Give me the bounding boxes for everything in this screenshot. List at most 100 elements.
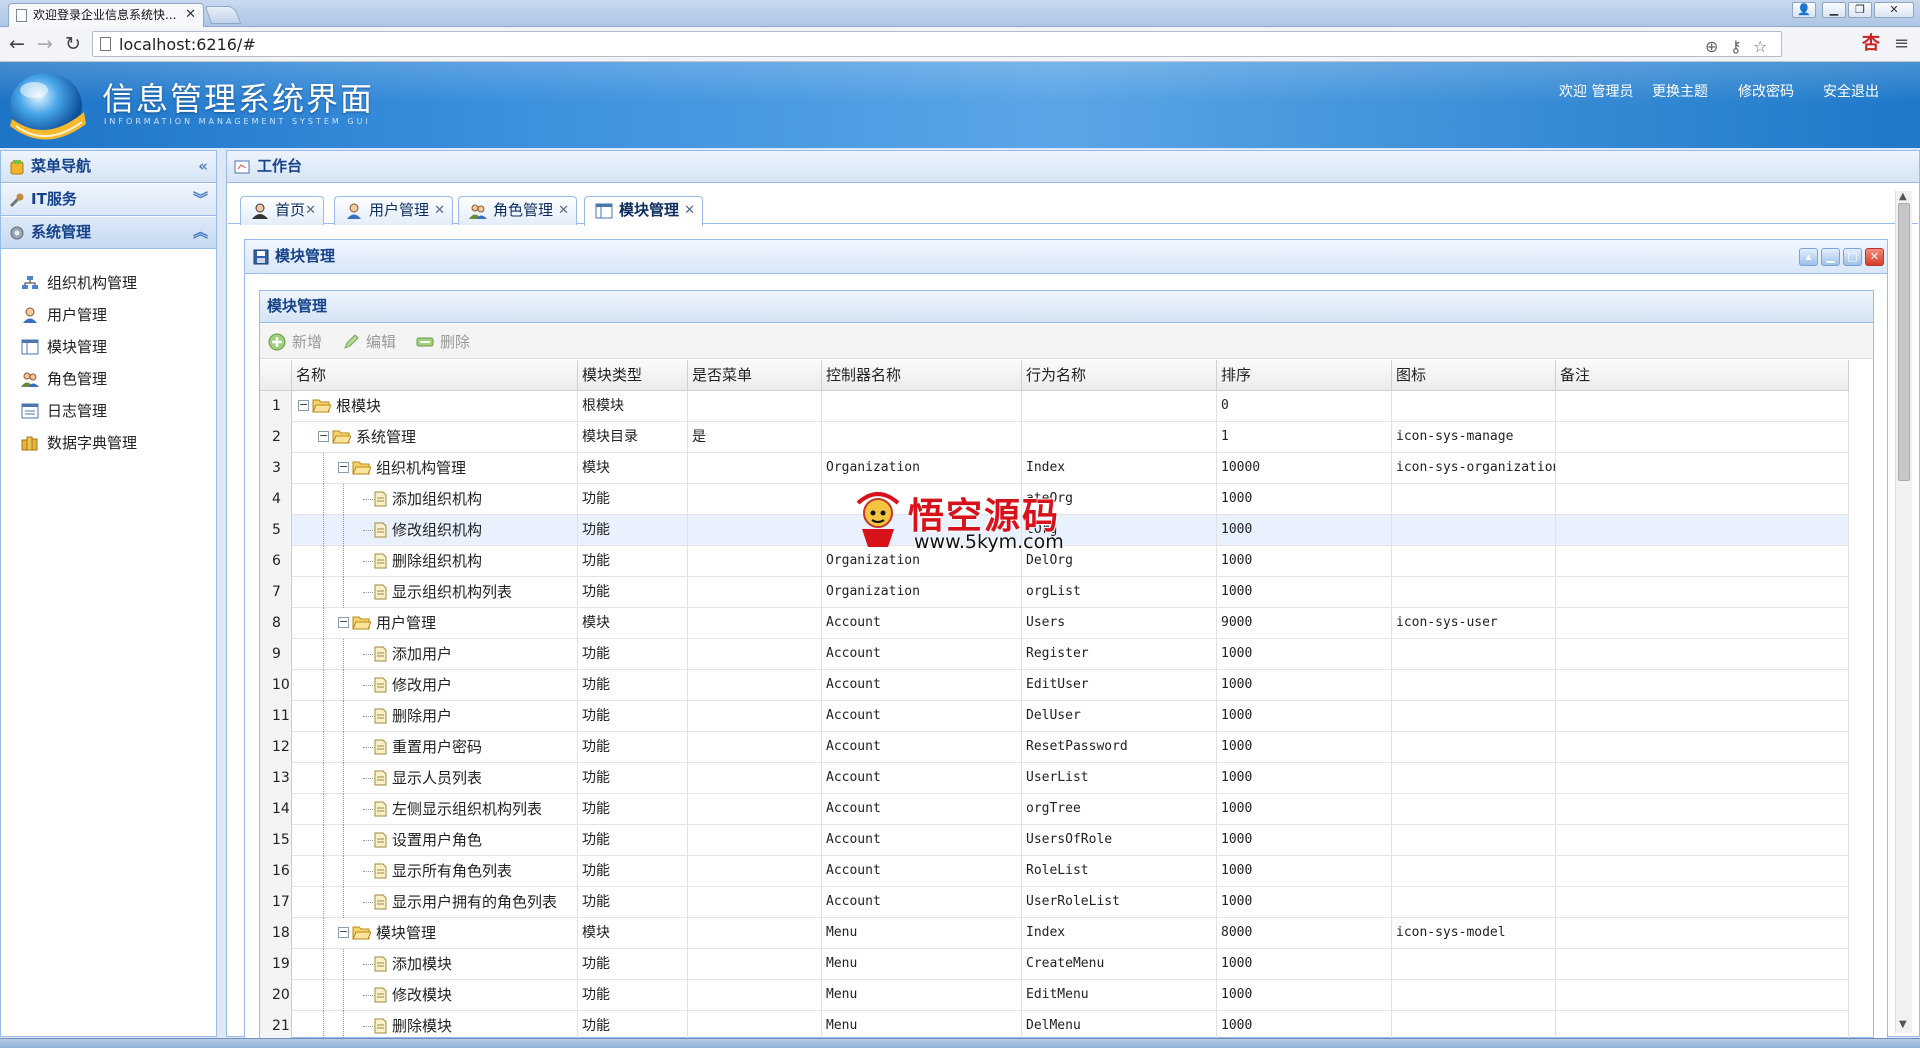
cell-type: 功能 <box>578 577 688 608</box>
welcome-user-link[interactable]: 欢迎 管理员 <box>1559 81 1633 101</box>
collapse-sidebar-icon[interactable]: « <box>198 151 208 182</box>
user-icon <box>23 307 37 323</box>
close-window-icon[interactable]: ✕ <box>1865 248 1884 266</box>
cell-sort: 1000 <box>1217 732 1392 763</box>
collapse-window-icon[interactable]: ▴ <box>1799 248 1818 266</box>
cell-sort: 10000 <box>1217 453 1392 484</box>
table-row[interactable]: 20 修改模块 功能 Menu EditMenu 1000 <box>260 980 1849 1011</box>
cell-type: 功能 <box>578 1011 688 1040</box>
tree-toggle-icon[interactable]: − <box>338 616 349 628</box>
expand-icon[interactable]: ︾ <box>193 184 208 215</box>
column-header[interactable]: 模块类型 <box>578 360 688 391</box>
zoom-icon[interactable]: ⊕ <box>1705 38 1718 56</box>
tree-node-label: 左侧显示组织机构列表 <box>392 800 543 818</box>
address-bar[interactable]: localhost:6216/# ⊕ ⚷ ☆ <box>92 31 1782 57</box>
new-tab-button[interactable] <box>204 6 242 24</box>
table-row[interactable]: 12 重置用户密码 功能 Account ResetPassword 1000 <box>260 732 1849 763</box>
table-row[interactable]: 13 显示人员列表 功能 Account UserList 1000 <box>260 763 1849 794</box>
tree-node-label: 根模块 <box>336 397 382 415</box>
forward-icon[interactable]: → <box>34 33 56 55</box>
add-button[interactable]: 新增 <box>268 332 322 352</box>
cell-note <box>1556 608 1849 639</box>
app-title: 信息管理系统界面 <box>102 80 375 118</box>
sidebar-item-logs[interactable]: 日志管理 <box>21 399 107 423</box>
edit-button[interactable]: 编辑 <box>342 332 396 352</box>
tab-users[interactable]: 用户管理 ✕ <box>334 196 453 225</box>
change-theme-link[interactable]: 更换主题 <box>1652 81 1708 101</box>
back-icon[interactable]: ← <box>6 33 28 55</box>
tree-toggle-icon[interactable]: − <box>318 430 329 442</box>
cell-icon <box>1392 949 1556 980</box>
tree-cell: 删除模块 <box>292 1011 578 1040</box>
table-row[interactable]: 19 添加模块 功能 Menu CreateMenu 1000 <box>260 949 1849 980</box>
cell-sort: 1000 <box>1217 546 1392 577</box>
table-row[interactable]: 16 显示所有角色列表 功能 Account RoleList 1000 <box>260 856 1849 887</box>
close-tab-icon[interactable]: ✕ <box>434 197 445 224</box>
scroll-down-icon[interactable]: ▼ <box>1899 1019 1907 1030</box>
key-icon[interactable]: ⚷ <box>1730 38 1742 56</box>
table-row[interactable]: 3 − 组织机构管理 模块 Organization Index 10000 icon-sys… <box>260 453 1849 484</box>
tab-home[interactable]: 首页 ✕ <box>240 196 324 225</box>
minimize-icon[interactable]: ▁ <box>1822 2 1846 18</box>
sidebar-item-organization[interactable]: 组织机构管理 <box>21 271 137 295</box>
table-row[interactable]: 18 − 模块管理 模块 Menu Index 8000 icon-sys-model <box>260 918 1849 949</box>
table-row[interactable]: 7 显示组织机构列表 功能 Organization orgList 1000 <box>260 577 1849 608</box>
table-row[interactable]: 8 − 用户管理 模块 Account Users 9000 icon-sys-user <box>260 608 1849 639</box>
close-tab-icon[interactable]: ✕ <box>185 4 196 26</box>
close-tab-icon[interactable]: ✕ <box>305 197 316 224</box>
table-row[interactable]: 10 修改用户 功能 Account EditUser 1000 <box>260 670 1849 701</box>
delete-button[interactable]: 删除 <box>416 332 470 352</box>
column-header[interactable]: 控制器名称 <box>822 360 1022 391</box>
column-header[interactable]: 名称 <box>292 360 578 391</box>
sidebar-item-roles[interactable]: 角色管理 <box>21 367 107 391</box>
user-profile-icon[interactable]: 👤 <box>1792 2 1816 18</box>
star-icon[interactable]: ☆ <box>1753 38 1767 56</box>
table-row[interactable]: 9 添加用户 功能 Account Register 1000 <box>260 639 1849 670</box>
browser-tab[interactable]: 欢迎登录企业信息系统快... ✕ <box>8 3 204 27</box>
cell-controller: Account <box>822 670 1022 701</box>
row-number: 11 <box>260 701 292 732</box>
sidebar-item-modules[interactable]: 模块管理 <box>21 335 107 359</box>
minimize-window-icon[interactable]: ▁ <box>1821 248 1840 266</box>
vertical-scrollbar[interactable]: ▲ ▼ <box>1895 191 1912 1033</box>
table-row[interactable]: 1− 根模块 根模块 0 <box>260 391 1849 422</box>
sidebar-group-system-management[interactable]: 系统管理 ︽ <box>1 217 216 249</box>
scroll-thumb[interactable] <box>1898 203 1910 481</box>
tab-modules[interactable]: 模块管理 ✕ <box>584 196 703 226</box>
column-header[interactable]: 是否菜单 <box>688 360 822 391</box>
tree-toggle-icon[interactable]: − <box>338 461 349 473</box>
change-password-link[interactable]: 修改密码 <box>1738 81 1794 101</box>
close-window-icon[interactable]: ✕ <box>1874 2 1914 18</box>
reload-icon[interactable]: ↻ <box>62 33 84 55</box>
wrench-icon <box>9 193 24 208</box>
table-row[interactable]: 15 设置用户角色 功能 Account UsersOfRole 1000 <box>260 825 1849 856</box>
sidebar-item-users[interactable]: 用户管理 <box>21 303 107 327</box>
table-row[interactable]: 11 删除用户 功能 Account DelUser 1000 <box>260 701 1849 732</box>
collapse-icon[interactable]: ︽ <box>193 217 208 248</box>
tab-roles[interactable]: 角色管理 ✕ <box>458 196 577 225</box>
cell-type: 功能 <box>578 980 688 1011</box>
table-row[interactable]: 2 − 系统管理 模块目录是 1 icon-sys-manage <box>260 422 1849 453</box>
logout-link[interactable]: 安全退出 <box>1823 81 1879 101</box>
maximize-window-icon[interactable]: □ <box>1843 248 1862 266</box>
restore-icon[interactable]: ❐ <box>1848 2 1872 18</box>
tree-toggle-icon[interactable]: − <box>338 926 349 938</box>
table-row[interactable]: 14 左侧显示组织机构列表 功能 Account orgTree 1000 <box>260 794 1849 825</box>
sidebar-group-it-service[interactable]: IT服务 ︾ <box>1 184 216 216</box>
cell-sort: 1000 <box>1217 639 1392 670</box>
close-tab-icon[interactable]: ✕ <box>558 197 569 224</box>
table-row[interactable]: 17 显示用户拥有的角色列表 功能 Account UserRoleList 1000 <box>260 887 1849 918</box>
menu-icon[interactable]: ≡ <box>1894 34 1909 54</box>
table-row[interactable]: 21 删除模块 功能 Menu DelMenu 1000 <box>260 1011 1849 1040</box>
cell-note <box>1556 918 1849 949</box>
tree-cell: 设置用户角色 <box>292 825 578 856</box>
tree-toggle-icon[interactable]: − <box>298 399 309 411</box>
column-header[interactable]: 行为名称 <box>1022 360 1217 391</box>
scroll-up-icon[interactable]: ▲ <box>1899 191 1907 202</box>
column-header[interactable]: 备注 <box>1556 360 1849 391</box>
column-header[interactable]: 图标 <box>1392 360 1556 391</box>
close-tab-icon[interactable]: ✕ <box>684 197 695 224</box>
column-header[interactable]: 排序 <box>1217 360 1392 391</box>
extension-icon[interactable]: 杏 <box>1862 34 1880 54</box>
sidebar-item-dictionary[interactable]: 数据字典管理 <box>21 431 137 455</box>
